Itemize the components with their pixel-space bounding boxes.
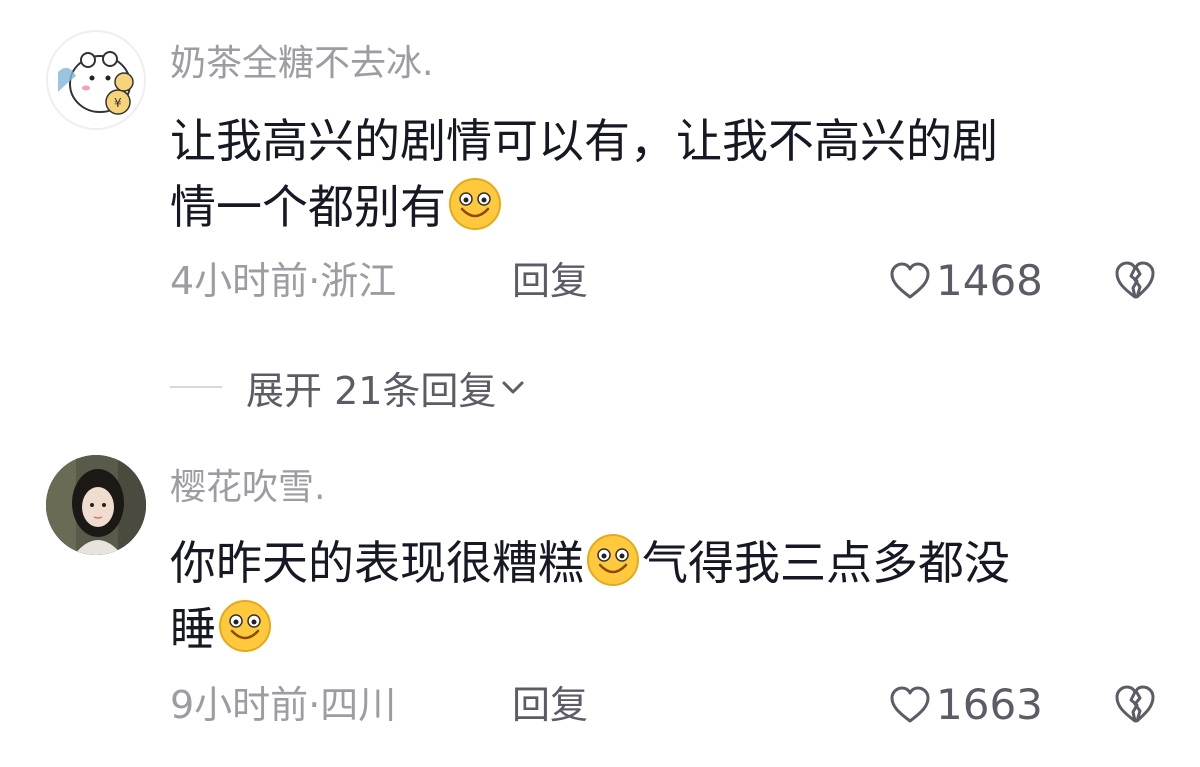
comment-text: 你昨天的表现很糟糕 气得我三点多都没 睡 (170, 530, 1160, 662)
reply-button[interactable]: 回复 (512, 680, 588, 730)
heart-outline-icon (890, 686, 930, 723)
expand-divider (170, 386, 222, 388)
avatar[interactable]: ¥ (46, 30, 146, 130)
username[interactable]: 奶茶全糖不去冰. (170, 42, 433, 86)
username[interactable]: 樱花吹雪. (170, 466, 325, 510)
comment-text-line1b: 气得我三点多都没 (642, 536, 1010, 590)
comment-text: 让我高兴的剧情可以有，让我不高兴的剧 情一个都别有 (170, 108, 1160, 240)
like-button[interactable]: 1663 (888, 680, 1043, 730)
comment-text-line1a: 你昨天的表现很糟糕 (170, 536, 584, 590)
heart-outline-icon (890, 262, 930, 299)
comment-meta: 9小时前·四川 (170, 680, 396, 730)
svg-text:¥: ¥ (114, 96, 122, 110)
dislike-button[interactable] (1112, 682, 1158, 730)
like-count: 1663 (936, 680, 1043, 729)
dislike-button[interactable] (1112, 258, 1158, 306)
broken-heart-icon (1115, 261, 1155, 299)
hamster-avatar-image: ¥ (49, 33, 144, 128)
location: 四川 (320, 683, 397, 727)
reply-button[interactable]: 回复 (512, 256, 588, 306)
broken-heart-icon (1115, 685, 1155, 723)
chevron-down-icon (502, 381, 524, 394)
timestamp: 9小时前 (170, 683, 309, 727)
comment-text-line2: 情一个都别有 (170, 180, 446, 234)
meta-separator: · (308, 683, 321, 727)
location: 浙江 (320, 259, 397, 303)
expand-replies-button[interactable]: 展开 21条回复 (170, 362, 526, 413)
timestamp: 4小时前 (170, 259, 309, 303)
girl-avatar-image (46, 455, 146, 555)
smile-emoji-icon (587, 534, 639, 586)
avatar[interactable] (46, 455, 146, 555)
comment-text-line1: 让我高兴的剧情可以有，让我不高兴的剧 (170, 114, 998, 168)
like-count: 1468 (936, 256, 1043, 305)
smile-emoji-icon (449, 178, 501, 230)
like-button[interactable]: 1468 (888, 256, 1043, 306)
smile-emoji-icon (219, 600, 271, 652)
meta-separator: · (308, 259, 321, 303)
expand-replies-label: 展开 21条回复 (246, 368, 497, 413)
comment-text-line2: 睡 (170, 602, 216, 656)
comment-meta: 4小时前·浙江 (170, 256, 396, 306)
